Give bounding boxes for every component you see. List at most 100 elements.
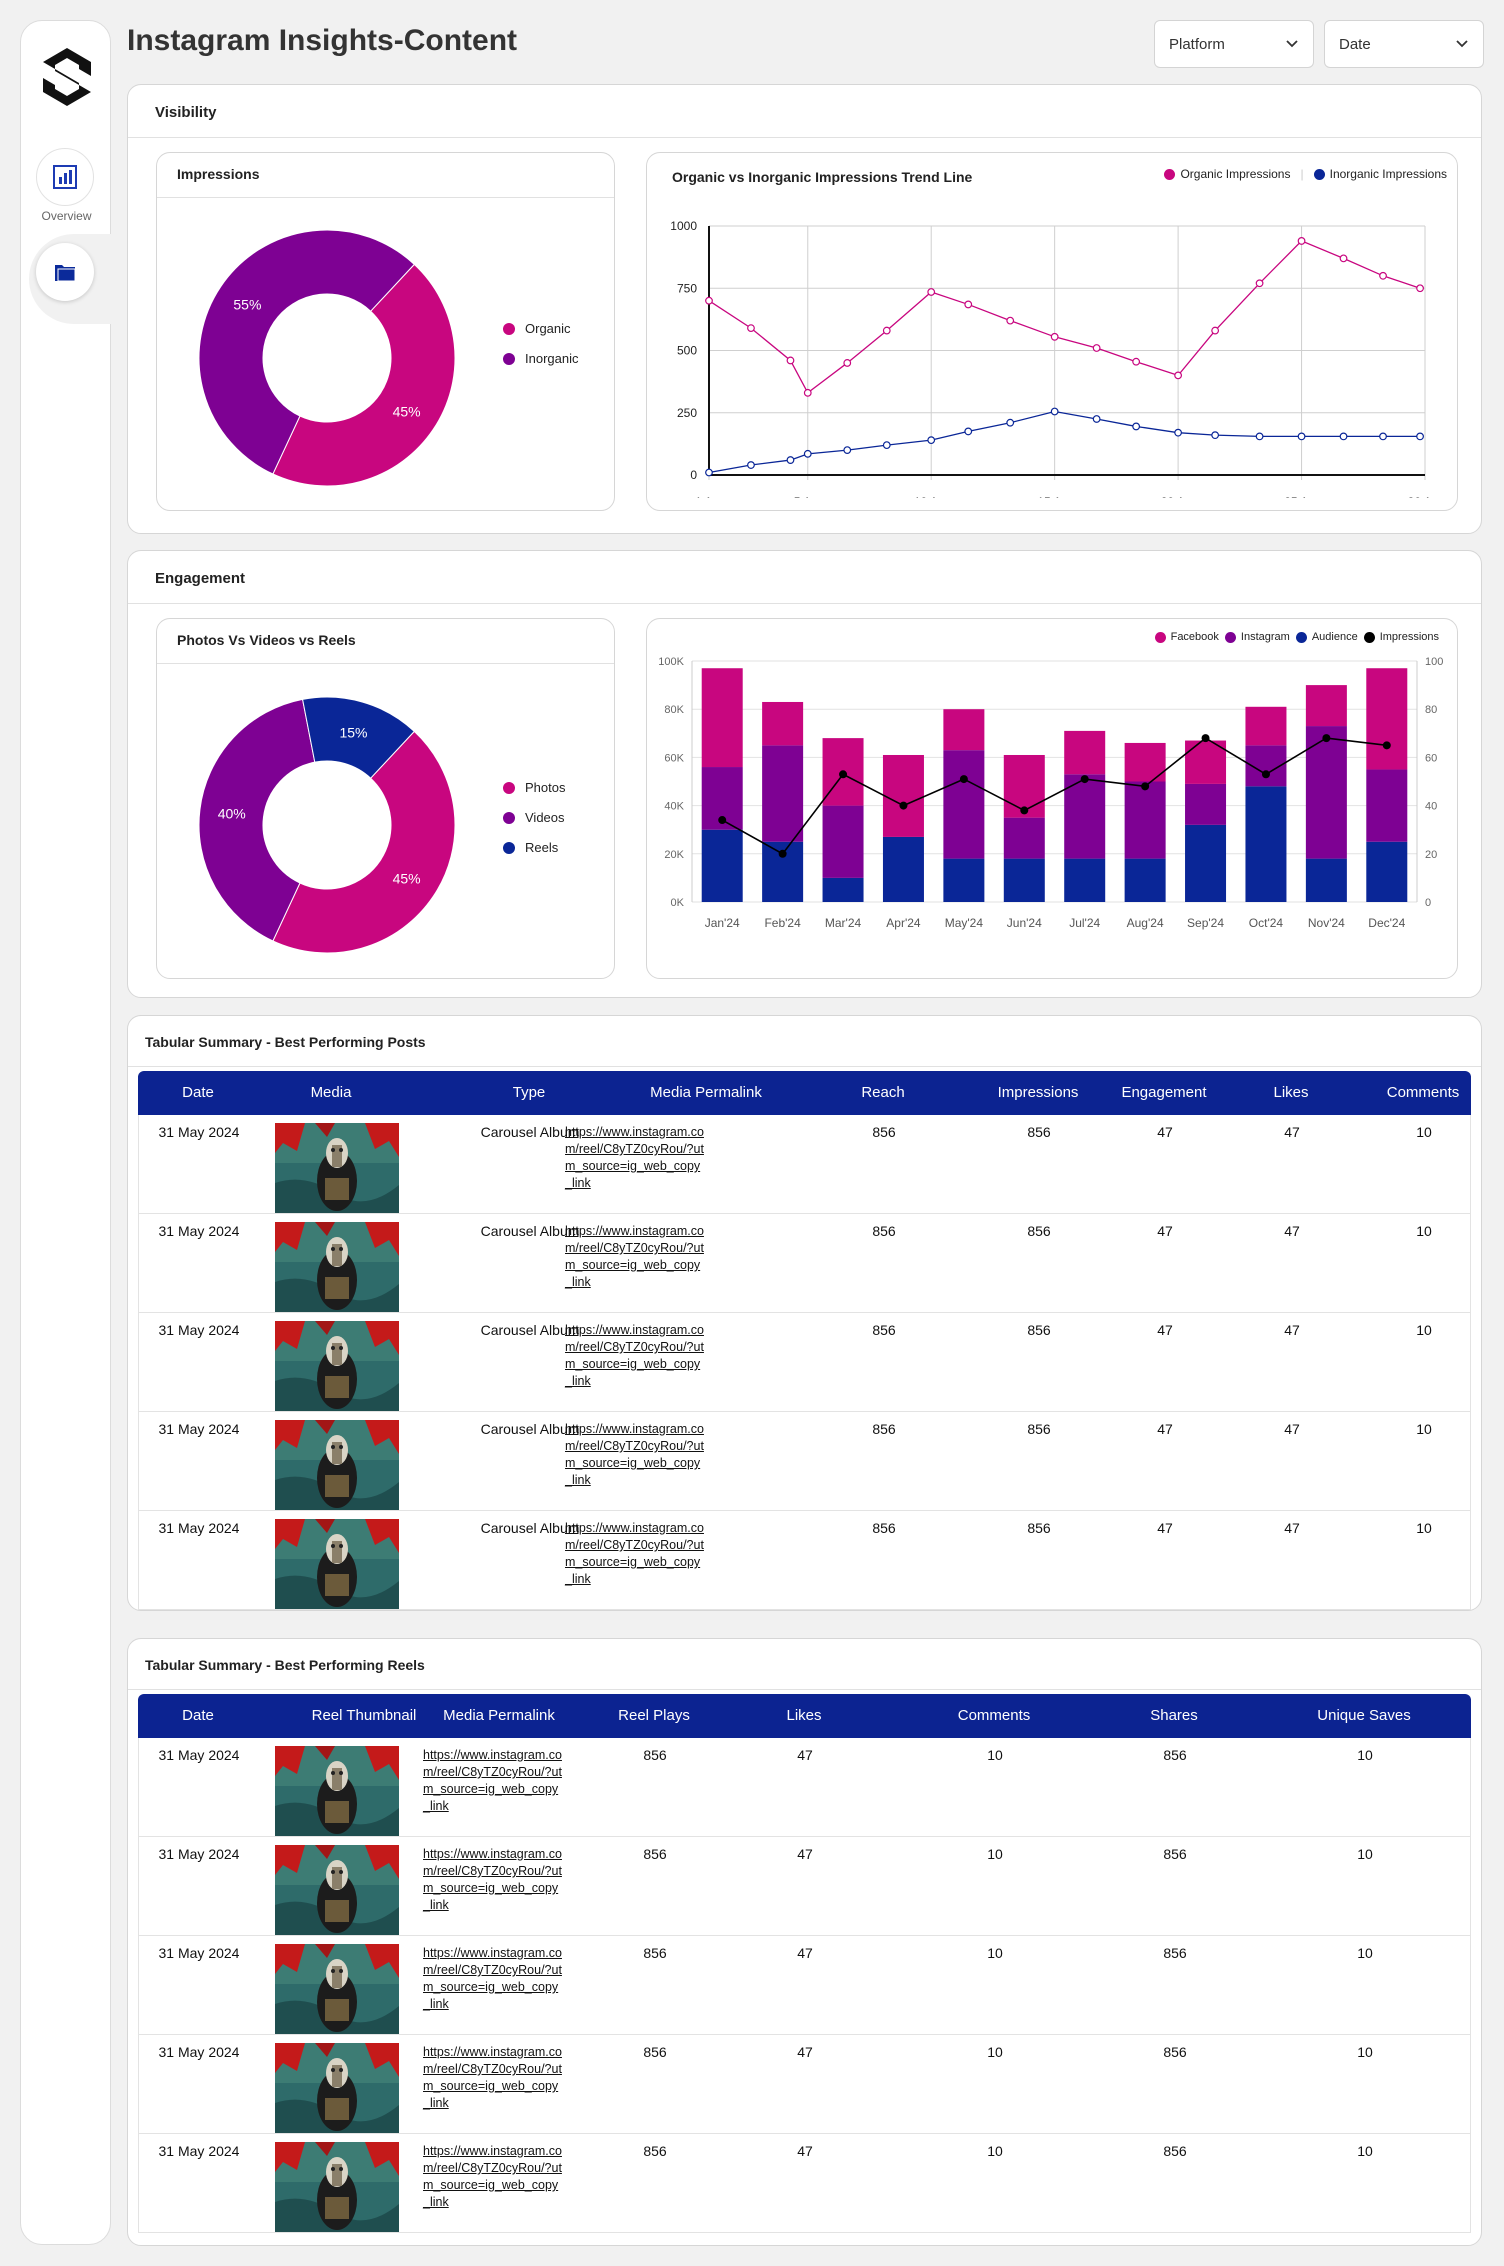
media-permalink-link[interactable]: https://www.instagram.com/reel/C8yTZ0cyR… [423,2044,563,2112]
bar-audience[interactable] [822,877,864,902]
reels-col-header[interactable]: Unique Saves [1269,1694,1459,1738]
data-point[interactable] [927,288,936,296]
nav-content-button[interactable] [36,243,94,301]
data-point[interactable] [1050,407,1059,416]
bar-audience[interactable] [1366,841,1408,902]
posts-col-header[interactable]: Impressions [978,1071,1098,1115]
table-row[interactable]: 31 May 2024 Carousel Album https://www.in… [139,1214,1470,1313]
media-permalink-link[interactable]: https://www.instagram.com/reel/C8yTZ0cyR… [423,2143,563,2211]
data-point[interactable] [1339,254,1348,263]
bar-facebook[interactable] [943,709,985,751]
impressions-point[interactable] [1201,734,1210,743]
data-point[interactable] [1050,332,1059,341]
bar-audience[interactable] [701,829,743,902]
media-thumbnail[interactable] [275,1222,399,1312]
impressions-point[interactable] [778,849,787,858]
data-point[interactable] [1092,344,1101,352]
data-point[interactable] [882,326,891,335]
bar-instagram[interactable] [1185,783,1227,825]
bar-audience[interactable] [1185,824,1227,902]
media-thumbnail[interactable] [275,1321,399,1411]
data-point[interactable] [1211,431,1220,440]
table-row[interactable]: 31 May 2024 Carousel Album https://www.in… [139,1511,1470,1610]
posts-col-header[interactable]: Saves [1492,1071,1504,1115]
data-point[interactable] [1416,284,1424,293]
data-point[interactable] [1379,432,1387,441]
media-permalink-link[interactable]: https://www.instagram.com/reel/C8yTZ0cyR… [423,1747,563,1815]
reels-col-header[interactable]: Reel Plays [594,1694,714,1738]
media-permalink-link[interactable]: https://www.instagram.com/reel/C8yTZ0cyR… [565,1520,705,1588]
data-point[interactable] [1132,422,1141,431]
impressions-point[interactable] [1322,734,1331,743]
data-point[interactable] [803,388,812,397]
bar-instagram[interactable] [943,750,985,859]
bar-facebook[interactable] [1366,668,1408,770]
impressions-point[interactable] [959,775,968,784]
impressions-point[interactable] [718,816,727,825]
posts-col-header[interactable]: Type [479,1071,579,1115]
bar-facebook[interactable] [1305,685,1347,727]
bar-facebook[interactable] [701,668,743,768]
data-point[interactable] [803,449,812,458]
posts-col-header[interactable]: Media Permalink [636,1071,776,1115]
data-point[interactable] [705,468,713,477]
data-point[interactable] [964,300,973,309]
table-row[interactable]: 31 May 2024 Carousel Album https://www.in… [139,1412,1470,1511]
nav-overview-button[interactable] [36,148,94,206]
bar-instagram[interactable] [822,805,864,878]
posts-col-header[interactable]: Comments [1363,1071,1483,1115]
table-row[interactable]: 31 May 2024 https://www.instagram.com/re… [139,1738,1470,1837]
data-point[interactable] [747,324,755,332]
media-permalink-link[interactable]: https://www.instagram.com/reel/C8yTZ0cyR… [565,1421,705,1489]
media-thumbnail[interactable] [275,1123,399,1213]
data-point[interactable] [786,356,795,365]
reels-col-header[interactable]: Shares [1084,1694,1264,1738]
bar-audience[interactable] [882,836,924,902]
bar-facebook[interactable] [882,754,924,837]
data-point[interactable] [1006,316,1015,325]
media-permalink-link[interactable]: https://www.instagram.com/reel/C8yTZ0cyR… [565,1124,705,1192]
table-row[interactable]: 31 May 2024 https://www.instagram.com/re… [139,1936,1470,2035]
bar-audience[interactable] [1305,858,1347,902]
bar-facebook[interactable] [1245,706,1287,746]
posts-col-header[interactable]: Likes [1241,1071,1341,1115]
media-permalink-link[interactable]: https://www.instagram.com/reel/C8yTZ0cyR… [565,1223,705,1291]
impressions-point[interactable] [1141,782,1150,791]
table-row[interactable]: 31 May 2024 https://www.instagram.com/re… [139,2134,1470,2233]
impressions-point[interactable] [1382,741,1391,750]
bar-instagram[interactable] [762,745,804,842]
media-permalink-link[interactable]: https://www.instagram.com/reel/C8yTZ0cyR… [423,1945,563,2013]
bar-audience[interactable] [1124,858,1166,902]
data-point[interactable] [1174,428,1183,437]
impressions-point[interactable] [1020,806,1029,815]
media-permalink-link[interactable]: https://www.instagram.com/reel/C8yTZ0cyR… [565,1322,705,1390]
reel-thumbnail[interactable] [275,1845,399,1935]
table-row[interactable]: 31 May 2024 Carousel Album https://www.in… [139,1313,1470,1412]
bar-instagram[interactable] [1124,781,1166,859]
bar-facebook[interactable] [1064,730,1106,775]
reels-col-header[interactable]: Media Permalink [399,1694,599,1738]
data-point[interactable] [1297,237,1306,245]
data-point[interactable] [1339,432,1348,441]
media-permalink-link[interactable]: https://www.instagram.com/reel/C8yTZ0cyR… [423,1846,563,1914]
media-thumbnail[interactable] [275,1420,399,1510]
data-point[interactable] [1297,432,1306,441]
data-point[interactable] [1379,271,1387,280]
impressions-point[interactable] [839,770,848,779]
reel-thumbnail[interactable] [275,2142,399,2232]
posts-col-header[interactable]: Reach [833,1071,933,1115]
reel-thumbnail[interactable] [275,1746,399,1836]
data-point[interactable] [1006,418,1015,427]
table-row[interactable]: 31 May 2024 https://www.instagram.com/re… [139,1837,1470,1936]
impressions-point[interactable] [1080,775,1089,784]
data-point[interactable] [1255,432,1264,441]
impressions-point[interactable] [899,801,908,810]
data-point[interactable] [1211,326,1220,335]
table-row[interactable]: 31 May 2024 https://www.instagram.com/re… [139,2035,1470,2134]
data-point[interactable] [747,461,755,469]
posts-col-header[interactable]: Date [138,1071,258,1115]
posts-col-header[interactable]: Media [251,1071,411,1115]
data-point[interactable] [1132,357,1141,366]
data-point[interactable] [786,456,795,464]
platform-dropdown[interactable]: Platform [1154,20,1314,68]
